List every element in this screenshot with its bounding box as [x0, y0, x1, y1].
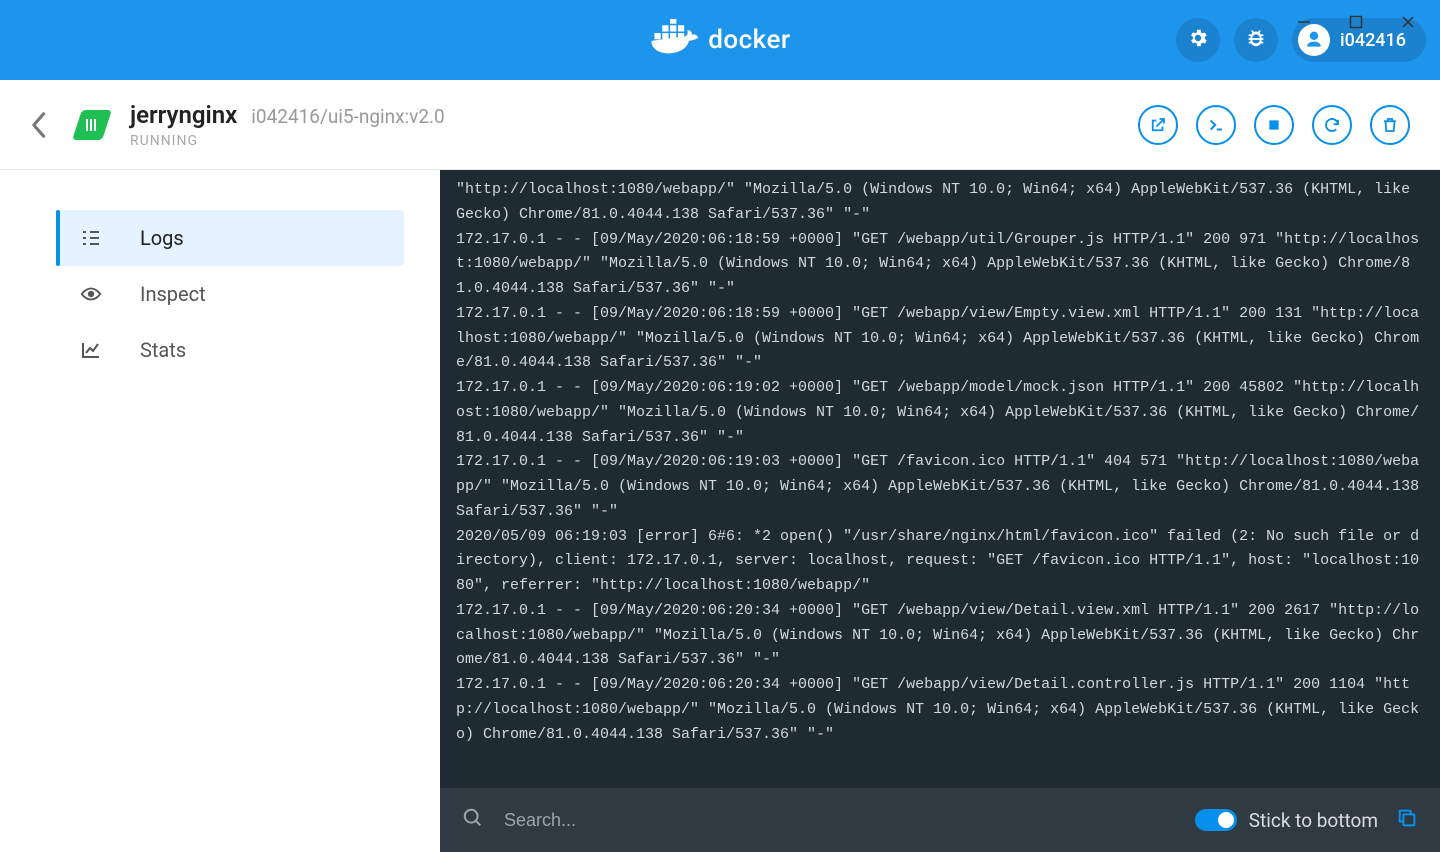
- gear-icon: [1187, 27, 1209, 53]
- docker-whale-icon: [649, 19, 700, 62]
- search-input[interactable]: [502, 809, 1177, 832]
- toggle-switch-icon: [1195, 809, 1237, 831]
- window-minimize-button[interactable]: [1278, 2, 1330, 42]
- chart-icon: [80, 341, 102, 359]
- container-status: RUNNING: [130, 133, 445, 149]
- body: Logs Inspect Stats "http://localhost:108…: [0, 170, 1440, 852]
- main-panel: "http://localhost:1080/webapp/" "Mozilla…: [440, 170, 1440, 852]
- tab-logs[interactable]: Logs: [56, 210, 404, 266]
- tab-stats-label: Stats: [140, 338, 186, 362]
- container-image: i042416/ui5-nginx:v2.0: [251, 105, 444, 128]
- window-controls: [1278, 2, 1434, 42]
- container-name: jerrynginx: [130, 101, 237, 129]
- copy-button[interactable]: [1396, 807, 1418, 833]
- sidebar: Logs Inspect Stats: [0, 170, 440, 852]
- window-maximize-button[interactable]: [1330, 2, 1382, 42]
- settings-button[interactable]: [1176, 18, 1220, 62]
- container-icon: [74, 110, 110, 140]
- log-output[interactable]: "http://localhost:1080/webapp/" "Mozilla…: [440, 170, 1440, 788]
- stick-label: Stick to bottom: [1249, 809, 1378, 832]
- troubleshoot-button[interactable]: [1234, 18, 1278, 62]
- delete-button[interactable]: [1370, 105, 1410, 145]
- tab-logs-label: Logs: [140, 226, 184, 250]
- header-actions: [1138, 105, 1410, 145]
- brand-label: docker: [708, 25, 790, 55]
- title-bar: docker i042416: [0, 0, 1440, 80]
- tab-stats[interactable]: Stats: [56, 322, 404, 378]
- tab-inspect[interactable]: Inspect: [56, 266, 404, 322]
- bug-icon: [1245, 27, 1267, 53]
- brand: docker: [649, 19, 790, 62]
- back-button[interactable]: [22, 109, 54, 141]
- stick-toggle[interactable]: Stick to bottom: [1195, 809, 1378, 832]
- open-in-browser-button[interactable]: [1138, 105, 1178, 145]
- tab-inspect-label: Inspect: [140, 282, 206, 306]
- eye-icon: [80, 286, 102, 302]
- log-footer: Stick to bottom: [440, 788, 1440, 852]
- cli-button[interactable]: [1196, 105, 1236, 145]
- stop-button[interactable]: [1254, 105, 1294, 145]
- restart-button[interactable]: [1312, 105, 1352, 145]
- window-close-button[interactable]: [1382, 2, 1434, 42]
- container-header: jerrynginx i042416/ui5-nginx:v2.0 RUNNIN…: [0, 80, 1440, 170]
- logs-icon: [80, 230, 102, 246]
- search-icon: [462, 807, 484, 833]
